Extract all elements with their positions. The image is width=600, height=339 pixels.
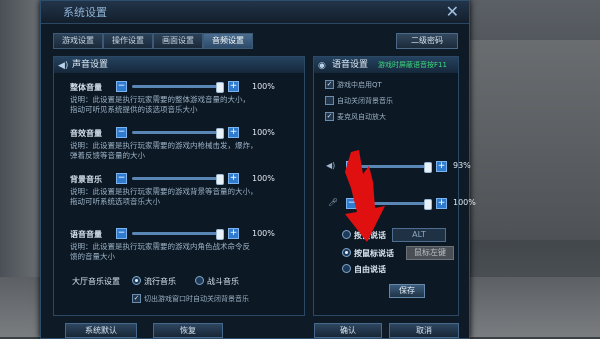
bgm-volume-handle[interactable]	[216, 174, 224, 185]
window-title: 系统设置	[63, 6, 107, 19]
lobby-music-pop-radio[interactable]	[132, 276, 141, 285]
push-mouse-talk-radio[interactable]	[342, 248, 351, 257]
push-mouse-talk-key-field[interactable]: 鼠标左键	[406, 246, 454, 260]
voice-panel-header: ◉ 语音设置 游戏时屏蔽语音按F11	[314, 57, 458, 73]
sfx-volume-decrease-button[interactable]: −	[116, 127, 127, 138]
cancel-button[interactable]: 取消	[389, 323, 459, 338]
sfx-volume-handle[interactable]	[216, 128, 224, 139]
microphone-icon: 🎤︎	[328, 198, 339, 207]
sfx-volume-slider[interactable]	[132, 131, 222, 134]
auto-bgm-off-checkbox[interactable]: ✓	[132, 294, 141, 303]
sound-panel-title: 声音设置	[72, 60, 109, 70]
mic-volume-slider[interactable]	[360, 202, 430, 205]
lobby-music-battle-label: 战斗音乐	[207, 277, 239, 286]
mic-boost-label: 麦克风自动放大	[337, 113, 386, 121]
master-volume-slider[interactable]	[132, 85, 222, 88]
speaker-volume-slider[interactable]	[360, 165, 430, 168]
push-to-talk-key-radio[interactable]	[342, 230, 351, 239]
voice-volume-label: 语音音量	[70, 230, 102, 239]
sfx-volume-description-2: 弹着反馈等音量的大小	[70, 151, 145, 160]
mic-volume-increase-button[interactable]: +	[436, 198, 447, 209]
bgm-volume-increase-button[interactable]: +	[228, 173, 239, 184]
system-default-button[interactable]: 系统默认	[65, 323, 137, 338]
voice-volume-handle[interactable]	[216, 229, 224, 240]
voice-volume-increase-button[interactable]: +	[228, 228, 239, 239]
mic-volume-value: 100%	[453, 198, 476, 207]
sound-panel-header: ◀) 声音设置	[54, 57, 304, 73]
tab-display-settings[interactable]: 画面设置	[153, 33, 203, 49]
secondary-password-button[interactable]: 二级密码	[396, 33, 458, 49]
speaker-volume-decrease-button[interactable]: −	[346, 161, 357, 172]
voice-icon: ◉	[318, 61, 326, 71]
auto-bgm-off-label: 切出游戏窗口时自动关闭背景音乐	[144, 295, 249, 303]
master-volume-handle[interactable]	[216, 82, 224, 93]
auto-close-bgm-label: 自动关闭背景音乐	[337, 97, 393, 105]
mic-volume-handle[interactable]	[424, 199, 432, 210]
tab-audio-settings[interactable]: 音频设置	[203, 33, 253, 49]
lobby-music-pop-label: 流行音乐	[144, 277, 176, 286]
bgm-volume-value: 100%	[252, 174, 275, 183]
settings-window: 系统设置 ✕ 游戏设置 操作设置 画面设置 音频设置 二级密码 ◀) 声音设置 …	[40, 0, 476, 339]
sfx-volume-description-1: 说明：此设置是执行玩家需要的游戏内枪械击发，爆炸，	[70, 141, 258, 150]
mic-boost-checkbox[interactable]: ✓	[325, 112, 334, 121]
enable-qt-checkbox[interactable]: ✓	[325, 80, 334, 89]
speaker-volume-handle[interactable]	[424, 162, 432, 173]
free-talk-label: 自由说话	[354, 265, 386, 274]
master-volume-label: 整体音量	[70, 83, 102, 92]
push-mouse-talk-label: 按鼠标说话	[354, 249, 394, 258]
free-talk-radio[interactable]	[342, 264, 351, 273]
voice-volume-value: 100%	[252, 229, 275, 238]
voice-panel-title: 语音设置	[332, 60, 369, 70]
bgm-volume-label: 背景音乐	[70, 175, 102, 184]
close-icon[interactable]: ✕	[446, 2, 459, 21]
sfx-volume-increase-button[interactable]: +	[228, 127, 239, 138]
title-bar: 系统设置 ✕	[41, 1, 469, 24]
bgm-volume-slider[interactable]	[132, 177, 222, 180]
lobby-music-label: 大厅音乐设置	[72, 277, 120, 286]
speaker-volume-increase-button[interactable]: +	[436, 161, 447, 172]
speaker-volume-value: 93%	[453, 161, 471, 170]
tab-game-settings[interactable]: 游戏设置	[53, 33, 103, 49]
bgm-volume-description-2: 拖动可听系统选项音乐大小	[70, 197, 160, 206]
master-volume-increase-button[interactable]: +	[228, 81, 239, 92]
tab-control-settings[interactable]: 操作设置	[103, 33, 153, 49]
background-structure	[470, 40, 600, 240]
master-volume-description-2: 指动可听见系统提供的该选项音乐大小	[70, 105, 198, 114]
speaker-icon: ◀)	[58, 61, 69, 71]
auto-close-bgm-checkbox[interactable]	[325, 96, 334, 105]
voice-save-button[interactable]: 保存	[389, 284, 425, 298]
confirm-button[interactable]: 确认	[314, 323, 382, 338]
voice-mute-hint: 游戏时屏蔽语音按F11	[378, 61, 447, 69]
master-volume-description-1: 说明：此设置是执行玩家需要的整体游戏音量的大小，	[70, 95, 250, 104]
voice-volume-decrease-button[interactable]: −	[116, 228, 127, 239]
sfx-volume-label: 音效音量	[70, 129, 102, 138]
lobby-music-battle-radio[interactable]	[195, 276, 204, 285]
sfx-volume-value: 100%	[252, 128, 275, 137]
enable-qt-label: 游戏中启用QT	[337, 81, 382, 89]
mic-volume-decrease-button[interactable]: −	[346, 198, 357, 209]
push-to-talk-key-field[interactable]: ALT	[392, 228, 446, 242]
sound-settings-panel: ◀) 声音设置 整体音量 − + 100% 说明：此设置是执行玩家需要的整体游戏…	[53, 56, 305, 316]
speaker-volume-icon: ◀)	[326, 161, 336, 170]
voice-volume-slider[interactable]	[132, 232, 222, 235]
master-volume-value: 100%	[252, 82, 275, 91]
voice-volume-description-1: 说明：此设置是执行玩家需要的游戏内角色战术命令反	[70, 242, 250, 251]
push-to-talk-key-label: 按键说话	[354, 231, 386, 240]
bgm-volume-decrease-button[interactable]: −	[116, 173, 127, 184]
voice-settings-panel: ◉ 语音设置 游戏时屏蔽语音按F11 ✓ 游戏中启用QT 自动关闭背景音乐 ✓ …	[313, 56, 459, 316]
master-volume-decrease-button[interactable]: −	[116, 81, 127, 92]
bgm-volume-description-1: 说明：此设置是执行玩家需要的游戏背景等音量的大小，	[70, 187, 258, 196]
voice-volume-description-2: 馈的音量大小	[70, 252, 115, 261]
restore-button[interactable]: 恢复	[153, 323, 223, 338]
